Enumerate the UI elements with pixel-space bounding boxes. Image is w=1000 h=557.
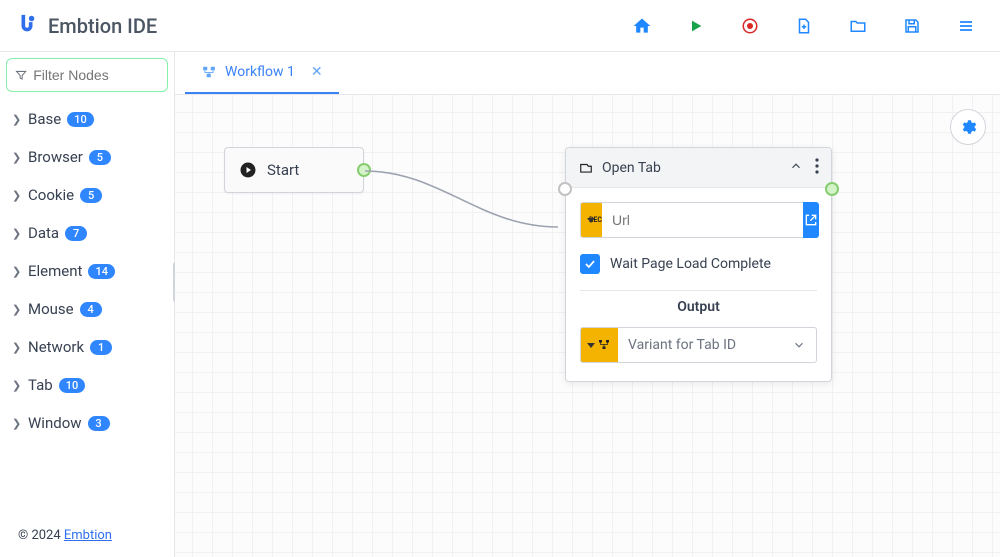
tabbar: Workflow 1 ✕ bbox=[175, 52, 1000, 95]
category-count-badge: 10 bbox=[67, 112, 94, 127]
stop-record-icon[interactable] bbox=[740, 16, 760, 36]
variant-type-dropdown[interactable] bbox=[580, 327, 618, 363]
start-node-label: Start bbox=[267, 161, 299, 179]
gear-icon bbox=[959, 118, 977, 136]
filter-icon bbox=[15, 68, 27, 82]
sidebar: ❯Base10❯Browser5❯Cookie5❯Data7❯Element14… bbox=[0, 52, 175, 557]
category-label: Browser bbox=[28, 148, 83, 166]
topbar-actions bbox=[632, 16, 984, 36]
chevron-right-icon: ❯ bbox=[12, 303, 22, 316]
wait-label: Wait Page Load Complete bbox=[610, 256, 771, 272]
tab-close-icon[interactable]: ✕ bbox=[311, 64, 323, 80]
menu-icon[interactable] bbox=[956, 16, 976, 36]
variant-row: Variant for Tab ID bbox=[580, 327, 817, 363]
category-label: Base bbox=[28, 110, 61, 128]
open-external-icon bbox=[803, 212, 819, 228]
start-node-output-port[interactable] bbox=[357, 163, 371, 177]
url-type-dropdown[interactable]: REC bbox=[580, 202, 602, 238]
variant-select[interactable]: Variant for Tab ID bbox=[618, 327, 817, 363]
category-count-badge: 14 bbox=[88, 264, 115, 279]
canvas[interactable]: Start Open Tab bbox=[175, 95, 1000, 557]
chevron-right-icon: ❯ bbox=[12, 265, 22, 278]
sidebar-category-base[interactable]: ❯ Base 10 bbox=[0, 100, 174, 138]
filter-nodes-input[interactable] bbox=[6, 58, 168, 92]
tab-workflow[interactable]: Workflow 1 ✕ bbox=[185, 52, 339, 94]
sidebar-category-cookie[interactable]: ❯ Cookie 5 bbox=[0, 176, 174, 214]
save-icon[interactable] bbox=[902, 16, 922, 36]
chevron-right-icon: ❯ bbox=[12, 417, 22, 430]
open-tab-output-port[interactable] bbox=[825, 182, 839, 196]
open-tab-title: Open Tab bbox=[602, 160, 781, 176]
collapse-icon[interactable] bbox=[789, 158, 803, 177]
category-count-badge: 5 bbox=[80, 188, 102, 203]
open-tab-input-port[interactable] bbox=[558, 182, 572, 196]
workflow-icon bbox=[201, 65, 217, 79]
footer-link[interactable]: Embtion bbox=[64, 528, 112, 543]
category-count-badge: 1 bbox=[90, 340, 112, 355]
wait-checkbox-row[interactable]: Wait Page Load Complete bbox=[580, 254, 817, 274]
branch-icon bbox=[597, 339, 611, 351]
topbar: Embtion IDE bbox=[0, 0, 1000, 52]
chevron-right-icon: ❯ bbox=[12, 341, 22, 354]
folder-icon[interactable] bbox=[848, 16, 868, 36]
category-label: Data bbox=[28, 224, 59, 242]
app-title: Embtion IDE bbox=[48, 14, 157, 38]
category-label: Tab bbox=[28, 376, 53, 394]
check-icon bbox=[583, 257, 597, 271]
chevron-right-icon: ❯ bbox=[12, 227, 22, 240]
more-icon[interactable] bbox=[815, 158, 819, 178]
sidebar-category-browser[interactable]: ❯ Browser 5 bbox=[0, 138, 174, 176]
category-count-badge: 5 bbox=[89, 150, 111, 165]
edge-connector bbox=[360, 151, 570, 251]
variant-placeholder: Variant for Tab ID bbox=[628, 337, 736, 353]
category-count-badge: 3 bbox=[88, 416, 110, 431]
start-node[interactable]: Start bbox=[224, 147, 364, 193]
category-label: Element bbox=[28, 262, 82, 280]
play-icon[interactable] bbox=[686, 16, 706, 36]
tab-label: Workflow 1 bbox=[225, 64, 295, 80]
footer: © 2024 Embtion bbox=[0, 514, 174, 557]
sidebar-category-window[interactable]: ❯ Window 3 bbox=[0, 404, 174, 442]
url-input[interactable] bbox=[602, 202, 803, 238]
wait-checkbox[interactable] bbox=[580, 254, 600, 274]
play-circle-icon bbox=[239, 161, 257, 179]
logo-area: Embtion IDE bbox=[16, 13, 157, 39]
home-icon[interactable] bbox=[632, 16, 652, 36]
canvas-area: Workflow 1 ✕ Start Open Tab bbox=[175, 52, 1000, 557]
open-tab-node[interactable]: Open Tab REC bbox=[565, 147, 832, 382]
chevron-right-icon: ❯ bbox=[12, 189, 22, 202]
sidebar-category-tab[interactable]: ❯ Tab 10 bbox=[0, 366, 174, 404]
sidebar-category-element[interactable]: ❯ Element 14 bbox=[0, 252, 174, 290]
new-file-icon[interactable] bbox=[794, 16, 814, 36]
open-external-button[interactable] bbox=[803, 202, 819, 238]
category-label: Mouse bbox=[28, 300, 74, 318]
category-label: Window bbox=[28, 414, 82, 432]
tab-icon bbox=[578, 161, 594, 175]
category-count-badge: 10 bbox=[59, 378, 86, 393]
chevron-down-icon bbox=[792, 338, 806, 352]
chevron-right-icon: ❯ bbox=[12, 379, 22, 392]
category-label: Network bbox=[28, 338, 84, 356]
logo-icon bbox=[16, 13, 38, 39]
category-count-badge: 4 bbox=[80, 302, 102, 317]
output-heading: Output bbox=[580, 291, 817, 327]
open-tab-header: Open Tab bbox=[566, 148, 831, 188]
settings-gear-button[interactable] bbox=[950, 109, 986, 145]
sidebar-category-network[interactable]: ❯ Network 1 bbox=[0, 328, 174, 366]
url-row: REC bbox=[580, 202, 817, 238]
sidebar-category-data[interactable]: ❯ Data 7 bbox=[0, 214, 174, 252]
category-label: Cookie bbox=[28, 186, 74, 204]
category-count-badge: 7 bbox=[65, 226, 87, 241]
sidebar-category-mouse[interactable]: ❯ Mouse 4 bbox=[0, 290, 174, 328]
chevron-right-icon: ❯ bbox=[12, 113, 22, 126]
chevron-right-icon: ❯ bbox=[12, 151, 22, 164]
